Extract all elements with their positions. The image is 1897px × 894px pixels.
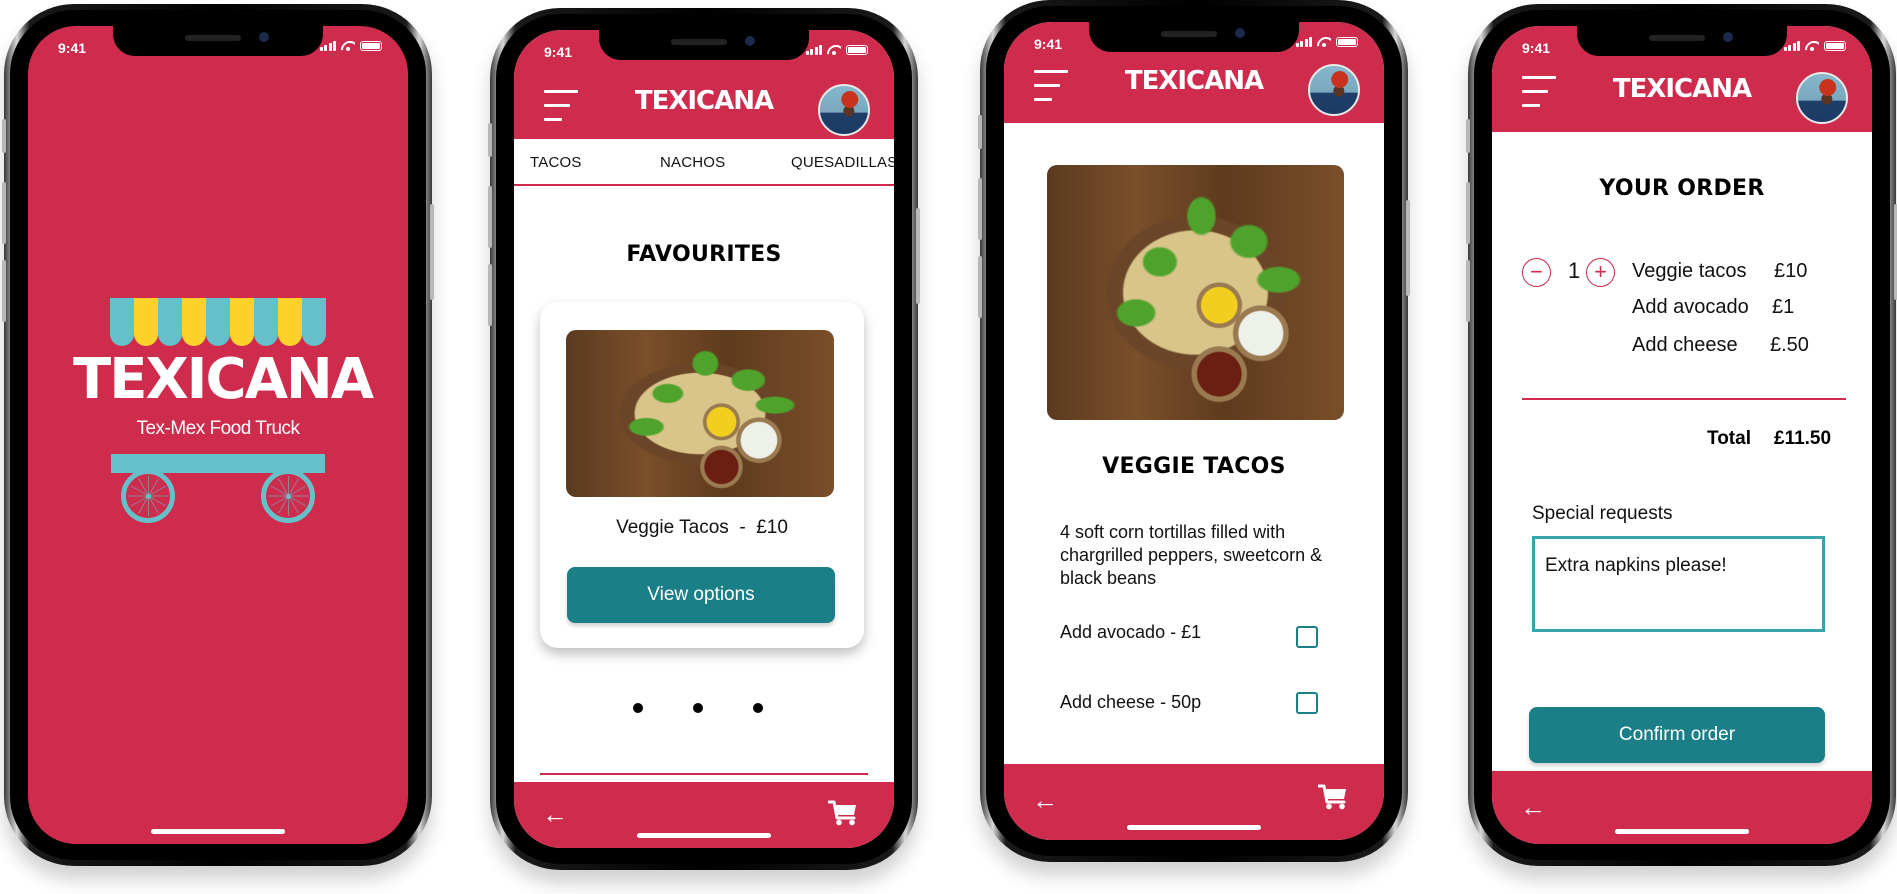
splash-tagline: Tex-Mex Food Truck [136,418,300,439]
signal-icon [1295,37,1312,47]
battery-icon [360,41,382,51]
status-time: 9:41 [1034,36,1063,52]
user-avatar[interactable] [1796,72,1848,124]
bottom-nav: ← [514,782,894,848]
home-indicator[interactable] [637,833,771,838]
status-time: 9:41 [58,40,87,56]
phone-splash: 9:41 TEXICANA Tex-Mex Food Truck [2,4,434,866]
back-arrow-icon[interactable]: ← [1032,787,1058,813]
splash-screen: 9:41 TEXICANA Tex-Mex Food Truck [28,26,408,844]
order-divider [1522,398,1846,400]
shopping-cart-icon[interactable] [1318,784,1348,810]
phone-order: 9:41 TEXICANA YOUR ORDER − 1 + Veggie ta… [1466,4,1897,866]
content-divider [540,773,868,775]
signal-icon [805,45,822,55]
item-title: VEGGIE TACOS [1102,454,1286,479]
card-item-price: £10 [756,517,788,538]
order-line-price: £1 [1772,296,1795,318]
tab-nachos[interactable]: NACHOS [660,154,725,171]
total-value: £11.50 [1774,428,1832,449]
back-arrow-icon[interactable]: ← [542,801,568,827]
card-item-name: Veggie Tacos [616,517,729,538]
veggie-tacos-image [1047,165,1344,420]
home-indicator[interactable] [1615,829,1749,834]
option-avocado-label: Add avocado - £1 [1060,622,1202,642]
wifi-icon [827,45,841,55]
texicana-logo: TEXICANA Tex-Mex Food Truck [73,298,374,523]
carousel-dot[interactable] [753,703,763,713]
battery-icon [846,45,868,55]
splash-brand: TEXICANA [73,347,374,412]
user-avatar[interactable] [818,84,870,136]
notch [113,26,323,56]
item-description: 4 soft corn tortillas filled with chargr… [1060,522,1323,588]
wheel-icon [261,469,315,523]
user-avatar[interactable] [1308,64,1360,116]
option-cheese-label: Add cheese - 50p [1060,692,1202,712]
increase-quantity-button[interactable]: + [1586,258,1615,287]
total-label: Total [1707,428,1751,449]
status-time: 9:41 [544,44,573,60]
status-time: 9:41 [1522,40,1551,56]
menu-screen: 9:41 TEXICANA TACOS NACHOS QUESADILLAS F… [514,30,894,848]
wifi-icon [1805,41,1819,51]
confirm-order-button[interactable]: Confirm order [1529,707,1825,763]
order-line-name: Add cheese [1632,334,1738,356]
tab-tacos[interactable]: TACOS [530,154,582,171]
carousel-dot[interactable] [693,703,703,713]
favourite-card[interactable]: Veggie Tacos - £10 View options [540,302,864,648]
card-item-separator: - [739,517,746,538]
quantity-value: 1 [1568,258,1581,283]
option-avocado-checkbox[interactable] [1296,626,1318,648]
order-line-price: £10 [1774,260,1808,282]
order-line-name: Add avocado [1632,296,1749,318]
home-indicator[interactable] [1127,825,1261,830]
favourites-title: FAVOURITES [626,242,782,267]
battery-icon [1336,37,1358,47]
order-line-name: Veggie tacos [1632,260,1747,282]
decrease-quantity-button[interactable]: − [1522,258,1551,287]
wheel-icon [121,469,175,523]
back-arrow-icon[interactable]: ← [1520,794,1546,820]
phone-detail: 9:41 TEXICANA VEGGIE TACOS 4 soft corn t… [978,0,1410,862]
battery-icon [1824,41,1846,51]
category-tabs: TACOS NACHOS QUESADILLAS [514,139,894,186]
wifi-icon [341,41,355,51]
order-line-price: £.50 [1770,334,1809,356]
shopping-cart-icon[interactable] [828,800,858,826]
carousel-dots [514,703,894,713]
carousel-dot[interactable] [633,703,643,713]
home-indicator[interactable] [151,829,285,834]
veggie-tacos-image [566,330,834,497]
tab-quesadillas[interactable]: QUESADILLAS [791,154,894,171]
special-requests-input[interactable]: Extra napkins please! [1532,536,1825,632]
option-cheese-checkbox[interactable] [1296,692,1318,714]
detail-screen: 9:41 TEXICANA VEGGIE TACOS 4 soft corn t… [1004,22,1384,840]
phone-menu: 9:41 TEXICANA TACOS NACHOS QUESADILLAS F… [488,8,920,870]
signal-icon [319,41,336,51]
order-screen: 9:41 TEXICANA YOUR ORDER − 1 + Veggie ta… [1492,26,1872,844]
view-options-button[interactable]: View options [567,567,835,623]
signal-icon [1783,41,1800,51]
wifi-icon [1317,37,1331,47]
special-requests-label: Special requests [1532,503,1673,524]
order-title: YOUR ORDER [1599,176,1765,201]
awning-icon [73,298,363,346]
card-item-label: Veggie Tacos - £10 [540,517,864,539]
